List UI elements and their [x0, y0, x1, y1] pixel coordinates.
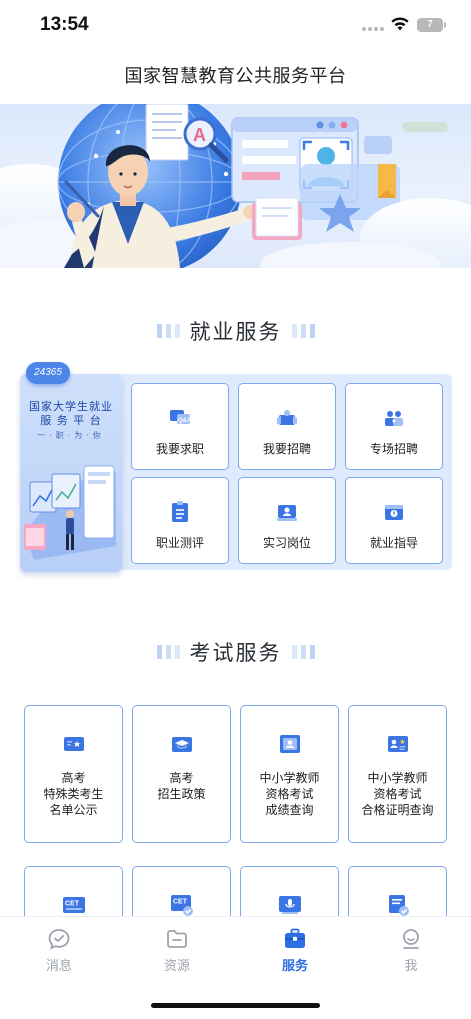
- career-assessment-tile[interactable]: 职业测评: [131, 477, 229, 564]
- hero-banner[interactable]: A: [0, 104, 471, 268]
- profile-icon: [403, 929, 419, 949]
- cet-verify-icon: CET: [170, 895, 193, 916]
- employment-heading-text: 就业服务: [181, 316, 290, 346]
- special-recruit-label: 专场招聘: [369, 442, 418, 456]
- platform-badge-24365: 24365: [26, 362, 70, 384]
- heading-decoration-right: [291, 324, 315, 338]
- career-assessment-label: 职业测评: [155, 536, 204, 550]
- cet-badge-text: CET: [65, 901, 80, 908]
- nav-label-profile: 我: [404, 959, 418, 974]
- nav-item-resources[interactable]: 资源: [137, 927, 217, 974]
- career-guidance-tile[interactable]: 就业指导: [345, 477, 443, 564]
- internship-icon: [277, 505, 297, 521]
- career-guidance-icon: [385, 505, 403, 520]
- nav-label-services: 服务: [281, 959, 308, 974]
- internship-tile[interactable]: 实习岗位: [238, 477, 336, 564]
- special-candidates-label: 高考 特殊类考生 名单公示: [43, 771, 104, 817]
- mic-icon: [278, 896, 301, 914]
- folder-icon: [167, 930, 187, 948]
- cet-icon: CET: [62, 897, 85, 913]
- signal-icon: [362, 27, 384, 31]
- career-guidance-label: 就业指导: [369, 536, 418, 550]
- special-candidates-icon: [63, 737, 84, 751]
- admission-policy-label: 高考 招生政策: [157, 771, 206, 801]
- wifi-icon: [391, 17, 409, 31]
- battery-indicator: 7: [417, 18, 446, 32]
- teacher-certificate-icon: [387, 736, 408, 752]
- page-title: 国家智慧教育公共服务平台: [124, 66, 347, 87]
- cet-verify-badge-text: CET: [173, 899, 188, 906]
- special-recruit-tile[interactable]: 专场招聘: [345, 383, 443, 470]
- admission-policy-icon: [171, 737, 192, 752]
- teacher-certificate-query-tile[interactable]: 中小学教师 资格考试 合格证明查询: [348, 705, 447, 843]
- magnifier-letter: A: [193, 125, 206, 145]
- nav-item-profile[interactable]: 我: [371, 927, 451, 974]
- heading-decoration-right: [291, 645, 315, 659]
- nav-label-messages: 消息: [45, 959, 72, 974]
- heading-decoration-left: [156, 645, 180, 659]
- exam-heading-text: 考试服务: [181, 637, 290, 667]
- heading-decoration-left: [156, 324, 180, 338]
- university-employment-platform-card[interactable]: 国家大学生就业 服 务 平 台 一·职·为·你: [20, 374, 122, 572]
- internship-label: 实习岗位: [262, 536, 311, 550]
- recruit-icon: [277, 410, 297, 425]
- teacher-score-icon: [279, 735, 300, 753]
- nav-item-services[interactable]: 服务: [255, 927, 335, 974]
- status-time: 13:54: [40, 14, 89, 35]
- recruit-label: 我要招聘: [262, 442, 311, 456]
- special-candidates-tile[interactable]: 高考 特殊类考生 名单公示: [24, 705, 123, 843]
- mandarin-verify-icon: [388, 895, 409, 916]
- banner-illustration: A: [0, 104, 471, 268]
- svg-text:Q&A: Q&A: [178, 418, 192, 424]
- recruit-tile[interactable]: 我要招聘: [238, 383, 336, 470]
- home-indicator: [151, 1003, 320, 1008]
- career-assessment-icon: [172, 501, 188, 522]
- status-bar: 13:54 7: [0, 0, 471, 50]
- job-seeking-label: 我要求职: [155, 442, 204, 456]
- battery-level: 7: [427, 19, 433, 30]
- briefcase-icon: [285, 928, 305, 948]
- platform-card-illustration: [24, 465, 116, 560]
- special-recruit-icon: [385, 411, 403, 426]
- job-seeking-tile[interactable]: Q&A 我要求职: [131, 383, 229, 470]
- teacher-score-query-tile[interactable]: 中小学教师 资格考试 成绩查询: [240, 705, 339, 843]
- nav-item-messages[interactable]: 消息: [19, 927, 99, 974]
- exam-section-heading: 考试服务: [0, 637, 471, 667]
- teacher-score-label: 中小学教师 资格考试 成绩查询: [259, 771, 320, 817]
- admission-policy-tile[interactable]: 高考 招生政策: [132, 705, 231, 843]
- message-icon: [48, 929, 70, 950]
- teacher-certificate-label: 中小学教师 资格考试 合格证明查询: [361, 771, 434, 817]
- job-seek-icon: Q&A: [170, 410, 192, 424]
- employment-section-heading: 就业服务: [0, 316, 471, 346]
- nav-label-resources: 资源: [163, 959, 190, 974]
